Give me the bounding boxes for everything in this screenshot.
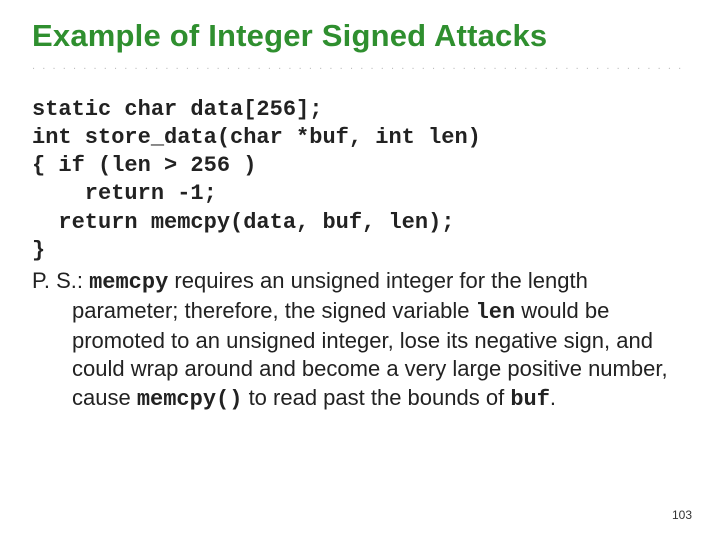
- code-line-1: static char data[256];: [32, 97, 322, 122]
- ps-text-4: .: [550, 385, 556, 410]
- code-block: static char data[256]; int store_data(ch…: [32, 96, 672, 265]
- dotted-divider: ........................................…: [32, 60, 688, 72]
- ps-code-len: len: [476, 300, 516, 325]
- ps-note: P. S.: memcpy requires an unsigned integ…: [32, 267, 672, 414]
- page-number: 103: [672, 508, 692, 522]
- slide-body: static char data[256]; int store_data(ch…: [32, 96, 672, 414]
- code-line-6: }: [32, 238, 45, 263]
- ps-code-memcpy-call: memcpy(): [137, 387, 243, 412]
- slide-title: Example of Integer Signed Attacks: [32, 18, 688, 54]
- ps-text-3: to read past the bounds of: [242, 385, 510, 410]
- ps-code-buf: buf: [510, 387, 550, 412]
- slide: Example of Integer Signed Attacks ......…: [0, 0, 720, 540]
- ps-label: P. S.:: [32, 268, 89, 293]
- ps-code-memcpy: memcpy: [89, 270, 168, 295]
- code-line-2: int store_data(char *buf, int len): [32, 125, 481, 150]
- code-line-4: return -1;: [32, 181, 217, 206]
- code-line-3: { if (len > 256 ): [32, 153, 256, 178]
- code-line-5: return memcpy(data, buf, len);: [32, 210, 454, 235]
